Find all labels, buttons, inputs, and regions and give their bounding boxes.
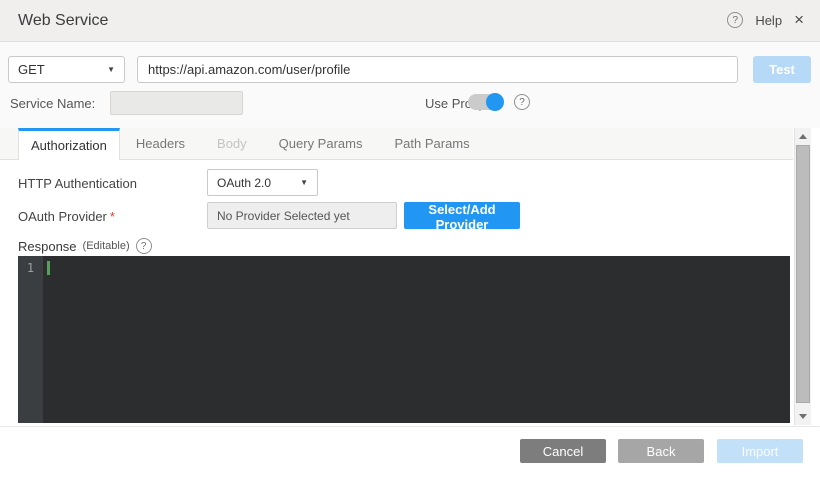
http-authentication-label: HTTP Authentication bbox=[18, 176, 137, 191]
http-method-value: GET bbox=[18, 62, 45, 77]
required-asterisk: * bbox=[110, 209, 115, 224]
dialog-header: Web Service ? Help × bbox=[0, 0, 820, 42]
select-add-provider-button[interactable]: Select/Add Provider bbox=[404, 202, 520, 229]
header-actions: ? Help × bbox=[727, 12, 804, 28]
web-service-dialog: Web Service ? Help × GET ▼ Test Service … bbox=[0, 0, 820, 480]
text-cursor bbox=[47, 261, 50, 275]
tab-authorization[interactable]: Authorization bbox=[18, 128, 120, 160]
tab-body: Body bbox=[201, 128, 263, 159]
scroll-down-icon[interactable] bbox=[799, 414, 807, 419]
service-name-input[interactable] bbox=[110, 91, 243, 115]
close-icon[interactable]: × bbox=[794, 12, 804, 28]
tab-path-params[interactable]: Path Params bbox=[378, 128, 485, 159]
http-authentication-value: OAuth 2.0 bbox=[217, 176, 271, 190]
page-title: Web Service bbox=[18, 12, 108, 30]
line-number: 1 bbox=[18, 261, 43, 275]
use-proxy-toggle[interactable] bbox=[468, 94, 503, 110]
service-name-label: Service Name: bbox=[10, 96, 95, 111]
chevron-down-icon: ▼ bbox=[107, 65, 115, 74]
toolbar-background bbox=[0, 42, 820, 128]
cancel-button[interactable]: Cancel bbox=[520, 439, 606, 463]
oauth-provider-label-text: OAuth Provider bbox=[18, 209, 107, 224]
tab-query-params[interactable]: Query Params bbox=[263, 128, 379, 159]
response-help-icon[interactable]: ? bbox=[136, 238, 152, 254]
http-method-select[interactable]: GET ▼ bbox=[8, 56, 125, 83]
response-editable-hint: (Editable) bbox=[83, 240, 130, 252]
toggle-knob bbox=[486, 93, 504, 111]
help-icon[interactable]: ? bbox=[727, 12, 743, 28]
tab-bar: Authorization Headers Body Query Params … bbox=[0, 128, 793, 160]
response-label: Response bbox=[18, 239, 77, 254]
back-button[interactable]: Back bbox=[618, 439, 704, 463]
http-authentication-select[interactable]: OAuth 2.0 ▼ bbox=[207, 169, 318, 196]
chevron-down-icon: ▼ bbox=[300, 178, 308, 187]
help-icon-glyph: ? bbox=[733, 15, 739, 26]
response-code-editor[interactable]: 1 bbox=[18, 256, 790, 423]
import-button[interactable]: Import bbox=[717, 439, 803, 463]
test-button[interactable]: Test bbox=[753, 56, 811, 83]
help-label[interactable]: Help bbox=[755, 13, 782, 28]
editor-gutter: 1 bbox=[18, 256, 43, 423]
editor-content[interactable] bbox=[43, 256, 790, 423]
response-label-row: Response (Editable) ? bbox=[18, 238, 152, 254]
footer-divider bbox=[0, 426, 820, 427]
tab-headers[interactable]: Headers bbox=[120, 128, 201, 159]
scrollbar-thumb[interactable] bbox=[796, 145, 810, 403]
oauth-provider-label: OAuth Provider* bbox=[18, 209, 115, 224]
url-input[interactable] bbox=[137, 56, 738, 83]
oauth-provider-input bbox=[207, 202, 397, 229]
proxy-help-icon[interactable]: ? bbox=[514, 94, 530, 110]
scroll-up-icon[interactable] bbox=[799, 134, 807, 139]
proxy-help-glyph: ? bbox=[519, 97, 525, 108]
response-help-glyph: ? bbox=[141, 241, 147, 252]
vertical-scrollbar[interactable] bbox=[794, 128, 811, 425]
